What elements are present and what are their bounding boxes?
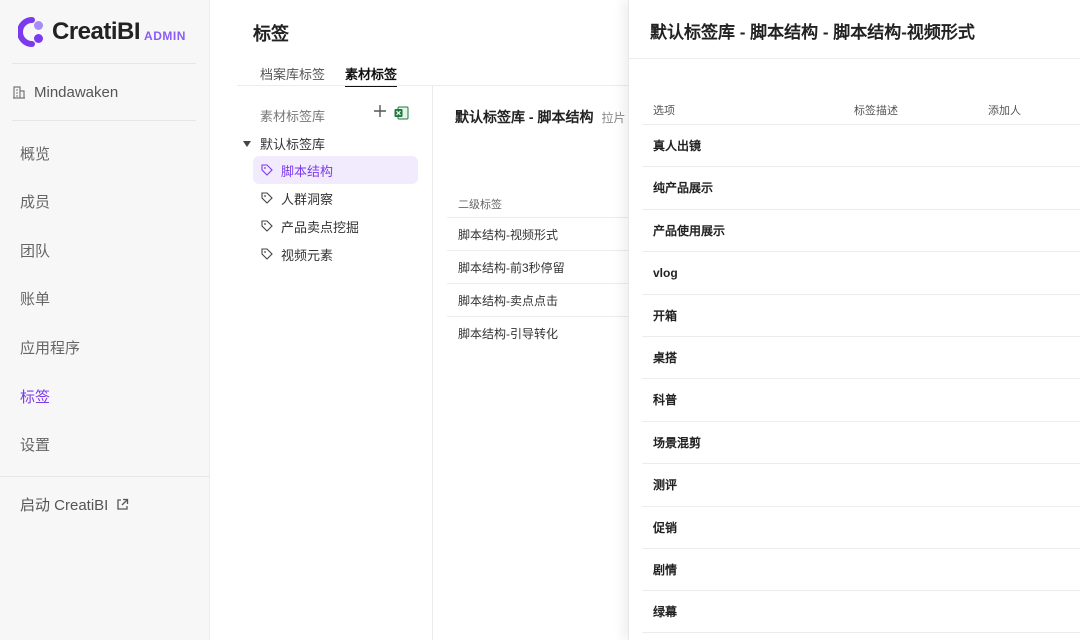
- column-header-option: 选项: [653, 105, 675, 117]
- nav-item-members[interactable]: 成员: [20, 190, 50, 212]
- drawer-title: 默认标签库 - 脚本结构 - 脚本结构-视频形式: [650, 23, 975, 42]
- table-row[interactable]: 科普: [642, 378, 1080, 420]
- tree-item[interactable]: 产品卖点挖掘: [253, 212, 418, 240]
- sidebar: CreatiBI ADMIN Mindawaken 概览 成员 团队 账单 应用…: [0, 0, 210, 640]
- tree-header: 素材标签库: [260, 109, 326, 124]
- page-title: 标签: [253, 24, 289, 44]
- org-name: Mindawaken: [34, 83, 119, 101]
- tab-archive-tags[interactable]: 档案库标签: [260, 64, 325, 87]
- table-row[interactable]: 纯产品展示: [642, 166, 1080, 208]
- nav-item-apps[interactable]: 应用程序: [20, 336, 80, 358]
- table-row[interactable]: 脚本结构-前3秒停留: [447, 250, 629, 283]
- tag-icon: [261, 248, 273, 260]
- table-row[interactable]: 脚本结构-卖点点击: [447, 283, 629, 316]
- tab-bar: 档案库标签 素材标签: [260, 64, 398, 87]
- sub-tag-panel: 默认标签库 - 脚本结构 拉片 二级标签 脚本结构-视频形式 脚本结构-前3秒停留…: [434, 86, 629, 640]
- nav-item-overview[interactable]: 概览: [20, 142, 50, 164]
- divider: [0, 476, 210, 477]
- org-switcher[interactable]: Mindawaken: [12, 80, 118, 104]
- column-header: 二级标签: [458, 199, 502, 211]
- logo-mark-icon: [17, 17, 46, 47]
- tree-item-label: 视频元素: [281, 247, 334, 263]
- nav-item-settings[interactable]: 设置: [20, 433, 50, 455]
- column-header-added-by: 添加人: [988, 105, 1021, 117]
- brand-suffix: ADMIN: [144, 29, 186, 43]
- tag-library-tree: 素材标签库 默认标签库 脚本结构 人群洞察 产品卖点挖掘 视频元素: [237, 86, 433, 640]
- launch-label: 启动 CreatiBI: [20, 497, 109, 514]
- logo[interactable]: CreatiBI ADMIN: [17, 16, 186, 48]
- detail-subtitle: 拉片: [601, 111, 626, 125]
- brand-name: CreatiBI: [52, 18, 141, 45]
- tag-icon: [261, 220, 273, 232]
- tab-material-tags[interactable]: 素材标签: [345, 64, 398, 87]
- table-row[interactable]: 场景混剪: [642, 421, 1080, 463]
- tree-item-label: 人群洞察: [281, 191, 334, 207]
- tree-item-label: 脚本结构: [281, 163, 334, 179]
- launch-creatibi-link[interactable]: 启动 CreatiBI: [20, 494, 129, 515]
- nav-item-billing[interactable]: 账单: [20, 287, 50, 309]
- tree-root-label: 默认标签库: [260, 137, 326, 152]
- external-link-icon: [117, 498, 129, 510]
- tag-icon: [261, 192, 273, 204]
- excel-import-icon[interactable]: [394, 106, 409, 120]
- table-row[interactable]: 产品使用展示: [642, 209, 1080, 251]
- tree-root[interactable]: 默认标签库: [243, 134, 325, 153]
- tree-item[interactable]: 脚本结构: [253, 156, 418, 184]
- table-row[interactable]: 测评: [642, 463, 1080, 505]
- table-row[interactable]: 真人出镜: [642, 124, 1080, 166]
- table-row[interactable]: 脚本结构-视频形式: [447, 217, 629, 250]
- table-row[interactable]: 脚本结构-引导转化: [447, 316, 629, 349]
- add-icon[interactable]: [373, 104, 387, 118]
- tree-item[interactable]: 视频元素: [253, 240, 418, 268]
- table-row[interactable]: 绿幕: [642, 590, 1080, 632]
- options-drawer: 默认标签库 - 脚本结构 - 脚本结构-视频形式 选项 标签描述 添加人 真人出…: [628, 0, 1080, 640]
- table-row[interactable]: 开箱: [642, 294, 1080, 336]
- nav-item-teams[interactable]: 团队: [20, 239, 50, 261]
- divider: [629, 58, 1080, 59]
- tree-item[interactable]: 人群洞察: [253, 184, 418, 212]
- table-row-divider: [642, 632, 1080, 640]
- table-row[interactable]: 剧情: [642, 548, 1080, 590]
- nav-item-tags[interactable]: 标签: [20, 385, 50, 407]
- detail-title: 默认标签库 - 脚本结构 拉片: [455, 107, 625, 127]
- table-row[interactable]: vlog: [642, 251, 1080, 293]
- divider: [12, 120, 196, 121]
- caret-down-icon[interactable]: [243, 140, 251, 147]
- tree-item-label: 产品卖点挖掘: [281, 219, 360, 235]
- table-row[interactable]: 桌搭: [642, 336, 1080, 378]
- detail-title-text: 默认标签库 - 脚本结构: [455, 109, 594, 125]
- divider: [12, 63, 196, 64]
- building-icon: [13, 86, 25, 99]
- table-row[interactable]: 促销: [642, 506, 1080, 548]
- tag-icon: [261, 164, 273, 176]
- column-header-description: 标签描述: [854, 105, 898, 117]
